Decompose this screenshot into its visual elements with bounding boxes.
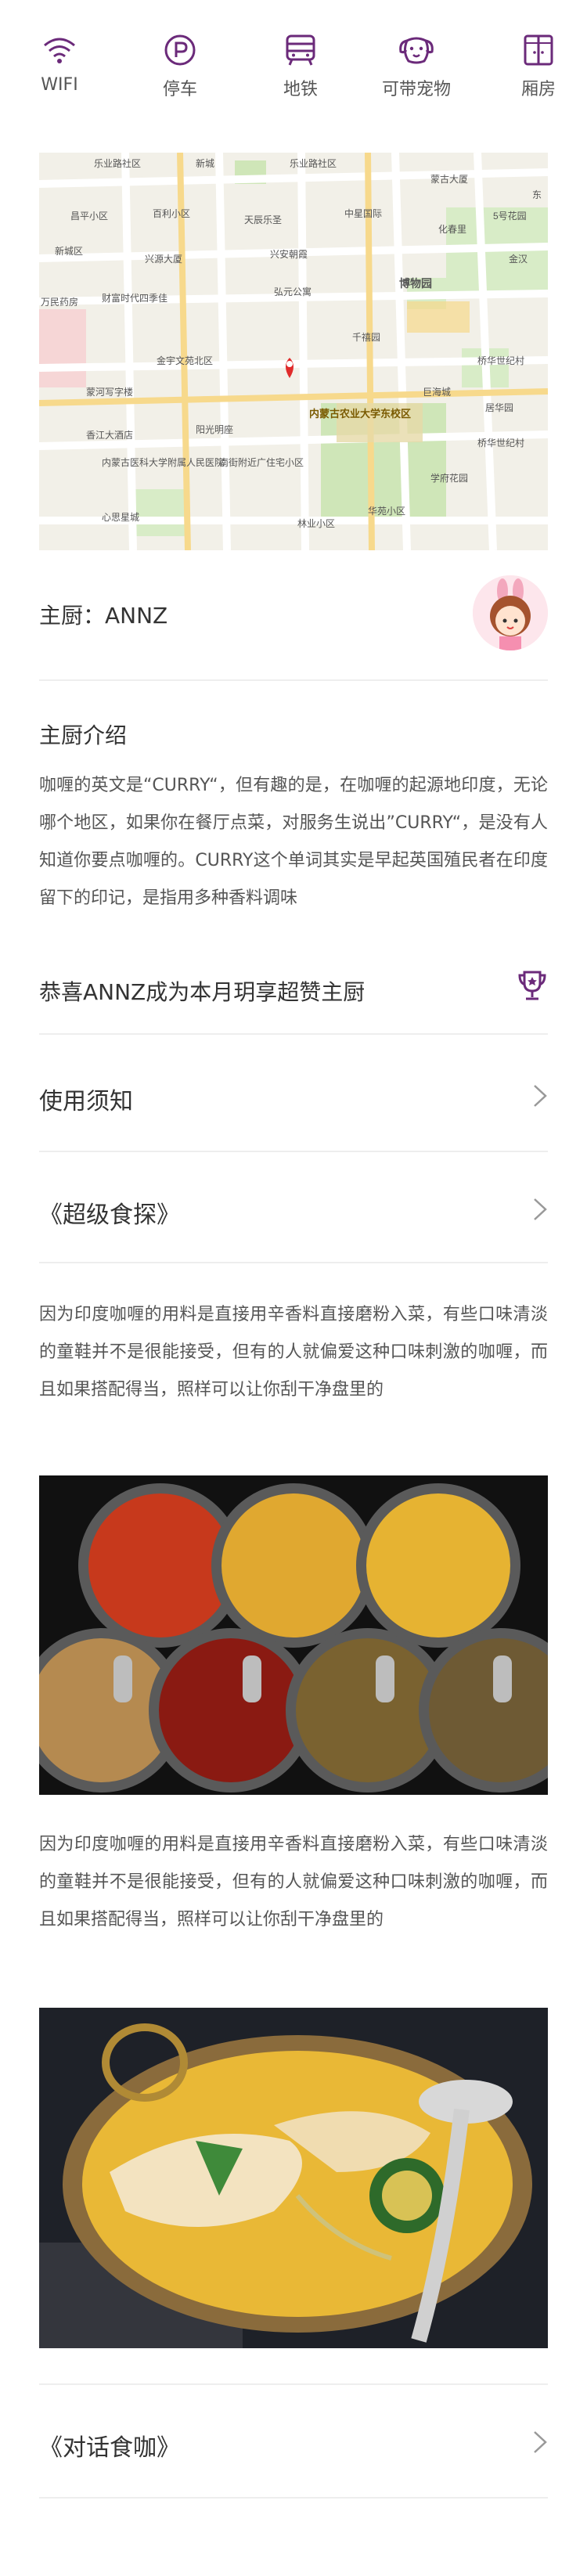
super-food-explorer-label: 《超级食探》 — [39, 1202, 180, 1229]
map-label: 阳光明座 — [196, 423, 233, 435]
map-label: 新城 — [196, 157, 214, 169]
dialog-food-curry-link[interactable]: 《对话食咖》 — [39, 2419, 548, 2466]
map-canvas: 乐业路社区 新城 乐业路社区 蒙古大厦 东 昌平小区 百利小区 天辰乐圣 中星国… — [39, 153, 548, 550]
page: WIFI 停车 地铁 可带宠物 厢房 乐业路社区 新城 乐业路社区 蒙古大厦 东… — [0, 0, 587, 2576]
map-label: 桥华世纪村 — [477, 438, 524, 449]
map-label: 博物园 — [399, 277, 432, 290]
chevron-right-icon — [532, 1197, 548, 1225]
chevron-right-icon — [532, 1083, 548, 1111]
map-label: 兴源大厦 — [145, 254, 182, 265]
map-label: 南街附近广住宅小区 — [219, 456, 304, 468]
amenities-bar: WIFI 停车 地铁 可带宠物 厢房 — [0, 31, 587, 110]
chef-name: 主厨：ANNZ — [39, 603, 168, 629]
wifi-icon — [16, 31, 103, 69]
map-label: 桥华世纪村 — [477, 355, 524, 366]
amenity-parking: 停车 — [137, 31, 223, 100]
map-label: 百利小区 — [153, 208, 190, 219]
usage-notice-label: 使用须知 — [39, 1088, 133, 1115]
map-label: 香江大酒店 — [86, 430, 133, 441]
divider — [39, 1151, 548, 1152]
map-label: 新城区 — [55, 245, 83, 257]
map-label: 蒙古大厦 — [430, 173, 468, 185]
spices-photo — [39, 1475, 548, 1795]
map-label: 财富时代四季佳 — [102, 292, 167, 304]
award-text: 恭喜ANNZ成为本月玥享超赞主厨 — [39, 979, 366, 1005]
intro-text: 咖喱的英文是“CURRY“，但有趣的是，在咖喱的起源地印度，无论哪个地区，如果你… — [39, 776, 548, 908]
map-label: 金宇文苑北区 — [157, 355, 213, 366]
divider — [39, 1262, 548, 1263]
divider — [39, 1033, 548, 1035]
amenity-private-room: 厢房 — [495, 31, 582, 100]
avatar[interactable] — [473, 575, 548, 650]
parking-icon — [137, 31, 223, 69]
divider — [39, 2497, 548, 2499]
amenity-label: 厢房 — [520, 80, 556, 99]
private-room-icon — [495, 31, 582, 69]
amenity-subway: 地铁 — [257, 31, 344, 100]
amenity-label: 地铁 — [283, 80, 318, 99]
usage-notice-link[interactable]: 使用须知 — [39, 1072, 548, 1119]
amenity-label: WIFI — [41, 75, 78, 95]
map-label: 学府花园 — [430, 472, 468, 484]
map-label: 蒙河写字楼 — [86, 386, 133, 398]
map-label: 内蒙古医科大学附属人民医院 — [102, 456, 224, 468]
amenity-label: 停车 — [162, 80, 197, 99]
dialog-food-curry-label: 《对话食咖》 — [39, 2434, 180, 2462]
map-label: 兴安朝霞 — [270, 248, 308, 260]
super-food-explorer-link[interactable]: 《超级食探》 — [39, 1186, 548, 1233]
award-row: 恭喜ANNZ成为本月玥享超赞主厨 — [39, 969, 548, 1008]
trophy-icon — [517, 969, 548, 1007]
divider — [39, 2383, 548, 2385]
divider — [39, 679, 548, 681]
map-label: 华苑小区 — [368, 506, 405, 517]
map-label: 巨海城 — [423, 386, 451, 398]
article-paragraph: 因为印度咖喱的用料是直接用辛香料直接磨粉入菜，有些口味清淡的童鞋并不是很能接受，… — [39, 1835, 548, 1929]
map-label: 化春里 — [438, 224, 466, 235]
amenity-wifi: WIFI — [16, 31, 103, 95]
map-label: 金汉 — [509, 253, 528, 265]
pet-icon — [373, 31, 459, 69]
article-paragraph: 因为印度咖喱的用料是直接用辛香料直接磨粉入菜，有些口味清淡的童鞋并不是很能接受，… — [39, 1305, 548, 1400]
map-label: 内蒙古农业大学东校区 — [309, 408, 411, 420]
map-label: 千禧园 — [352, 332, 380, 343]
map-label: 万民药房 — [41, 296, 78, 308]
map-label: 乐业路社区 — [94, 157, 141, 169]
map-label: 中星国际 — [344, 207, 382, 219]
chef-avatar-icon — [473, 575, 548, 650]
curry-photo — [39, 2008, 548, 2348]
map-label: 弘元公寓 — [274, 286, 312, 297]
chevron-right-icon — [532, 2430, 548, 2458]
map-label: 乐业路社区 — [290, 157, 337, 169]
map-label: 昌平小区 — [70, 211, 108, 222]
chef-row[interactable]: 主厨：ANNZ — [39, 575, 548, 654]
amenity-label: 可带宠物 — [381, 80, 451, 99]
map-label: 5号花园 — [493, 210, 527, 222]
map-label: 天辰乐圣 — [244, 214, 282, 225]
map-label: 居华园 — [485, 402, 513, 413]
intro-title: 主厨介绍 — [39, 722, 128, 748]
map-label: 心思星城 — [102, 512, 139, 523]
map-label: 林业小区 — [297, 518, 335, 529]
subway-icon — [257, 31, 344, 69]
amenity-pet: 可带宠物 — [373, 31, 459, 100]
map-label: 东 — [532, 189, 542, 200]
location-map[interactable]: 乐业路社区 新城 乐业路社区 蒙古大厦 东 昌平小区 百利小区 天辰乐圣 中星国… — [39, 153, 548, 550]
